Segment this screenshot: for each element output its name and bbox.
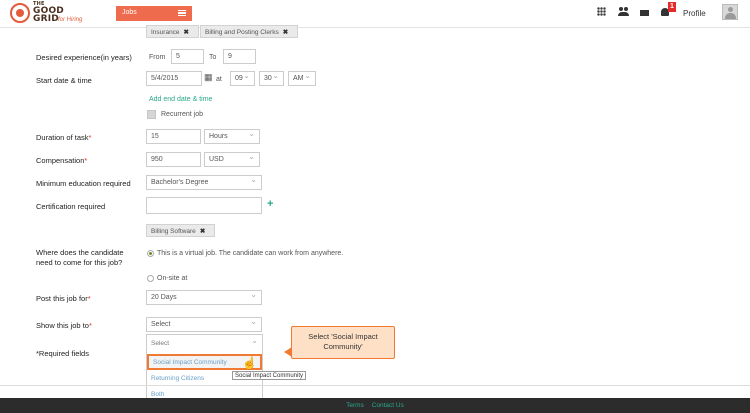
duration-input[interactable]: 15 [146, 129, 201, 144]
hand-cursor-icon: ☝ [242, 356, 257, 370]
remove-tag-icon[interactable]: ✖ [184, 29, 189, 36]
footer: Terms Contact Us [0, 398, 750, 413]
calendar-icon[interactable]: ▦ [204, 72, 213, 83]
required-asterisk: * [87, 294, 91, 303]
start-date-label: Start date & time [36, 76, 92, 85]
dropdown-option-select[interactable]: Select [147, 336, 262, 353]
required-fields-note: *Required fields [36, 349, 89, 358]
to-label: To [209, 54, 217, 61]
grid-icon[interactable] [597, 7, 606, 16]
remove-tag-icon[interactable]: ✖ [283, 29, 288, 36]
show-to-label-text: Show this job to [36, 321, 89, 330]
at-label: at [216, 76, 222, 83]
duration-label-text: Duration of task [36, 133, 89, 142]
virtual-job-label: This is a virtual job. The candidate can… [157, 250, 344, 257]
tag-billing-posting: Billing and Posting Clerks ✖ [200, 25, 298, 38]
logo-subtitle: for Hiring [58, 17, 83, 23]
top-navbar: THE GOOD GRID for Hiring Jobs 1 Profile [0, 0, 750, 28]
start-date-input[interactable]: 5/4/2015 [146, 71, 202, 86]
tag-label: Insurance [151, 29, 180, 36]
post-for-label-text: Post this job for [36, 294, 88, 303]
certification-label: Certification required [36, 202, 106, 211]
instruction-callout: Select 'Social Impact Community' [284, 326, 395, 359]
start-minute-select[interactable]: 30 [259, 71, 284, 86]
tag-billing-software: Billing Software ✖ [146, 224, 215, 237]
users-icon[interactable] [618, 7, 629, 16]
post-for-label: Post this job for* [36, 294, 91, 303]
experience-label: Desired experience(in years) [36, 53, 132, 62]
logo-icon[interactable] [10, 3, 30, 23]
required-asterisk: * [88, 321, 92, 330]
experience-from-input[interactable]: 5 [171, 49, 204, 64]
compensation-label-text: Compensation [36, 156, 85, 165]
candidate-location-label: Where does the candidate need to come fo… [36, 248, 124, 268]
experience-to-input[interactable]: 9 [223, 49, 256, 64]
footer-contact-link[interactable]: Contact Us [372, 402, 404, 409]
show-to-label: Show this job to* [36, 321, 92, 330]
profile-link[interactable]: Profile [683, 9, 706, 18]
tag-label: Billing Software [151, 228, 196, 235]
recurrent-checkbox[interactable] [147, 110, 156, 119]
mail-icon[interactable] [640, 10, 649, 16]
required-asterisk: * [88, 133, 92, 142]
tag-label: Billing and Posting Clerks [205, 29, 279, 36]
certification-input[interactable] [146, 197, 262, 214]
hamburger-icon [178, 10, 186, 16]
start-hour-select[interactable]: 09 [230, 71, 255, 86]
from-label: From [149, 54, 166, 61]
show-to-select[interactable]: Select [146, 317, 262, 332]
onsite-radio[interactable] [147, 275, 154, 282]
candidate-label-line-1: Where does the candidate [36, 248, 124, 257]
remove-tag-icon[interactable]: ✖ [200, 228, 205, 235]
virtual-job-radio[interactable] [147, 250, 154, 257]
footer-terms-link[interactable]: Terms [346, 402, 364, 409]
jobs-menu-button[interactable]: Jobs [116, 6, 192, 21]
tag-insurance: Insurance ✖ [146, 25, 199, 38]
add-end-date-link[interactable]: Add end date & time [149, 96, 212, 103]
user-avatar[interactable] [722, 4, 738, 20]
candidate-label-line-2: need to come for this job? [36, 258, 123, 267]
start-ampm-select[interactable]: AM [288, 71, 316, 86]
divider [0, 385, 750, 386]
jobs-menu-label: Jobs [122, 9, 137, 16]
compensation-label: Compensation* [36, 156, 87, 165]
duration-unit-select[interactable]: Hours [204, 129, 260, 144]
required-asterisk: * [84, 156, 88, 165]
education-label: Minimum education required [36, 179, 131, 188]
duration-label: Duration of task* [36, 133, 91, 142]
add-certification-icon[interactable]: + [267, 198, 273, 210]
post-for-select[interactable]: 20 Days [146, 290, 262, 305]
education-select[interactable]: Bachelor's Degree [146, 175, 262, 190]
onsite-label: On-site at [157, 275, 188, 282]
option-tooltip: Social Impact Community [232, 371, 307, 380]
recurrent-label: Recurrent job [161, 111, 204, 118]
currency-select[interactable]: USD [204, 152, 260, 167]
notification-badge: 1 [668, 2, 676, 12]
compensation-input[interactable]: 950 [146, 152, 201, 167]
